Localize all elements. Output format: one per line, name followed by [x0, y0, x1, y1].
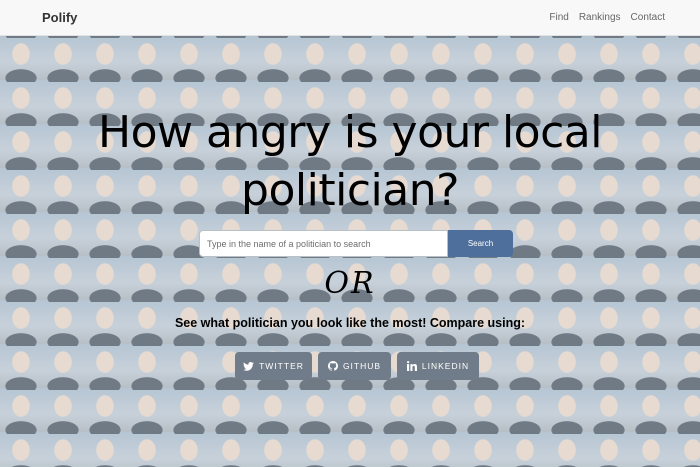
twitter-button[interactable]: TWITTER [235, 352, 312, 380]
hero-headline: How angry is your local politician? [0, 104, 700, 220]
twitter-icon [243, 361, 255, 371]
headline-line-1: How angry is your local [98, 107, 602, 158]
nav-link-contact[interactable]: Contact [631, 12, 665, 23]
github-icon [327, 361, 338, 371]
github-button-label: GITHUB [342, 361, 382, 371]
compare-prompt: See what politician you look like the mo… [174, 316, 526, 330]
social-compare-buttons: TWITTER GITHUB LINKEDIN [235, 352, 479, 380]
nav-links: Find Rankings Contact [549, 12, 665, 23]
search-button[interactable]: Search [448, 230, 513, 257]
headline-line-2: politician? [241, 165, 459, 216]
brand-logo[interactable]: Polify [42, 10, 77, 25]
linkedin-icon [406, 361, 417, 371]
linkedin-button[interactable]: LINKEDIN [397, 352, 479, 380]
nav-link-find[interactable]: Find [549, 12, 568, 23]
twitter-button-label: TWITTER [259, 361, 304, 371]
search-form: Search [199, 230, 513, 257]
politician-search-input[interactable] [199, 230, 448, 257]
nav-link-rankings[interactable]: Rankings [579, 12, 621, 23]
linkedin-button-label: LINKEDIN [421, 361, 470, 371]
or-divider: OR [324, 266, 376, 301]
top-navbar: Polify Find Rankings Contact [0, 0, 700, 36]
github-button[interactable]: GITHUB [318, 352, 391, 380]
